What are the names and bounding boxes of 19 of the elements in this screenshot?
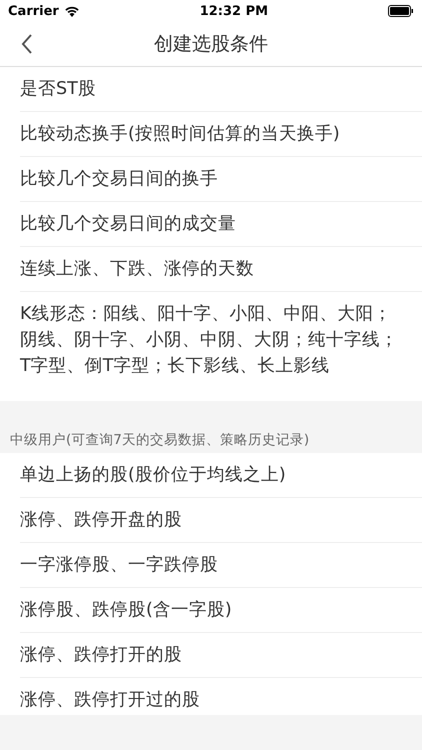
back-icon xyxy=(21,34,33,54)
condition-item[interactable]: 涨停、跌停开盘的股 xyxy=(20,507,182,533)
condition-item[interactable]: K线形态：阳线、阳十字、小阳、中阳、大阳；阴线、阴十字、小阴、中阴、大阴；纯十字线；T字型、倒T字型；长下影线、长上影线 xyxy=(20,301,404,379)
condition-item[interactable]: 涨停股、跌停股(含一字股) xyxy=(20,597,232,623)
wifi-icon xyxy=(64,5,80,17)
condition-item[interactable]: 比较几个交易日间的成交量 xyxy=(20,211,236,237)
condition-item[interactable]: 比较几个交易日间的换手 xyxy=(20,166,218,192)
status-time: 12:32 PM xyxy=(200,4,268,18)
condition-item[interactable]: 比较动态换手(按照时间估算的当天换手) xyxy=(20,121,340,147)
battery-icon xyxy=(388,5,414,17)
page-title: 创建选股条件 xyxy=(154,32,268,57)
condition-item[interactable]: 涨停、跌停打开的股 xyxy=(20,642,182,668)
condition-item[interactable]: 是否ST股 xyxy=(20,76,96,102)
carrier-label: Carrier xyxy=(8,4,59,18)
condition-item[interactable]: 单边上扬的股(股价位于均线之上) xyxy=(20,462,286,488)
condition-item[interactable]: 连续上涨、下跌、涨停的天数 xyxy=(20,256,254,282)
condition-item[interactable]: 一字涨停股、一字跌停股 xyxy=(20,552,218,578)
condition-item[interactable]: 涨停、跌停打开过的股 xyxy=(20,687,200,713)
section-header-text: 中级用户(可查询7天的交易数据、策略历史记录) xyxy=(10,431,310,449)
